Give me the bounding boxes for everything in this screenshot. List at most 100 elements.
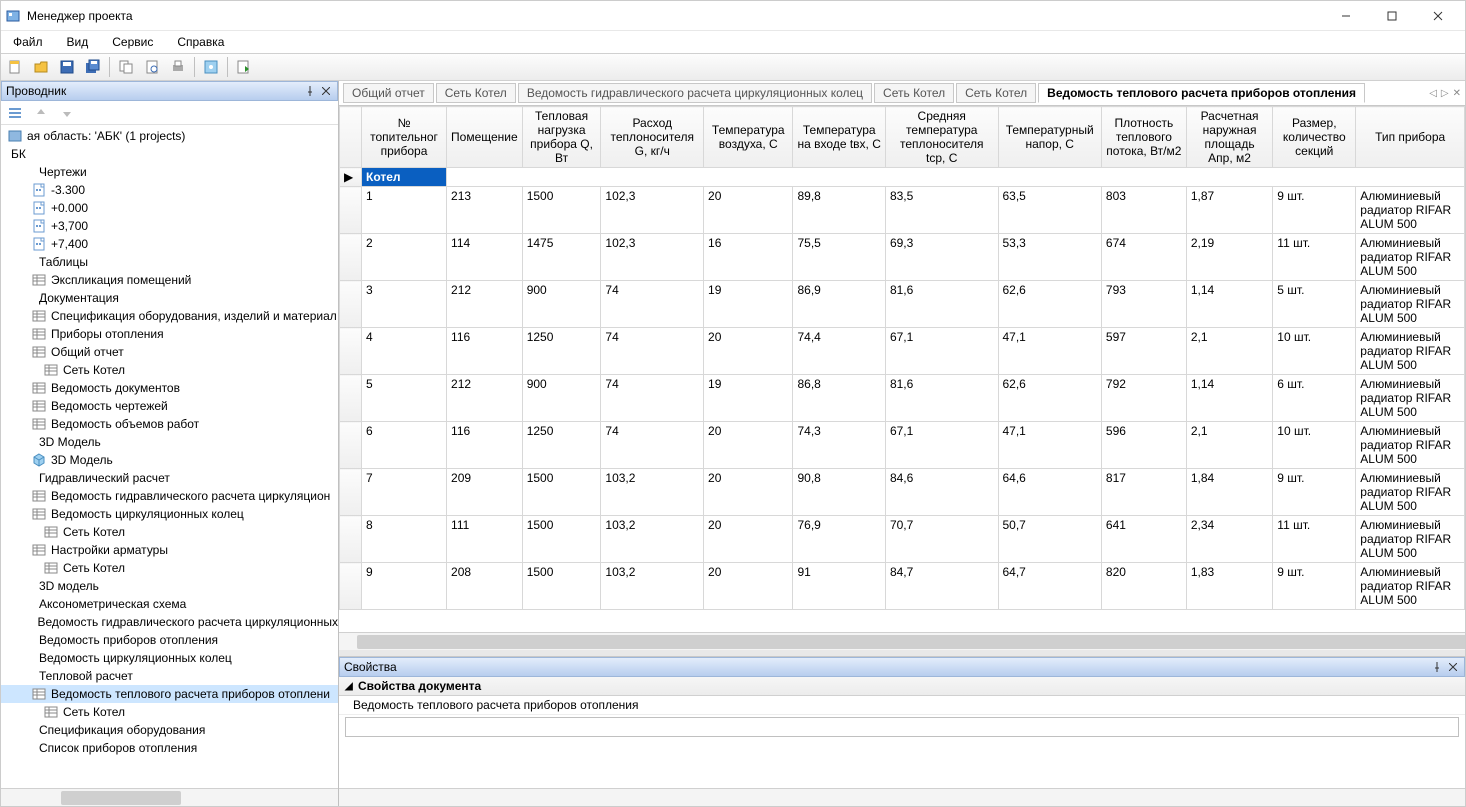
tree-item[interactable]: Ведомость гидравлического расчета циркул… bbox=[1, 613, 338, 631]
cell[interactable]: 7 bbox=[362, 469, 447, 516]
cell[interactable]: 74 bbox=[601, 281, 704, 328]
toolbar-copy-button[interactable] bbox=[114, 56, 138, 78]
cell[interactable]: 10 шт. bbox=[1273, 328, 1356, 375]
tree-root[interactable]: ая область: 'АБК' (1 projects) bbox=[1, 127, 338, 145]
cell[interactable]: 103,2 bbox=[601, 469, 704, 516]
cell[interactable]: 11 шт. bbox=[1273, 234, 1356, 281]
toolbar-export-button[interactable] bbox=[232, 56, 256, 78]
tree-item[interactable]: Сеть Котел bbox=[1, 559, 338, 577]
cell[interactable]: 103,2 bbox=[601, 516, 704, 563]
cell[interactable]: Алюминиевый радиатор RIFAR ALUM 500 bbox=[1356, 375, 1465, 422]
cell[interactable]: 74,3 bbox=[793, 422, 885, 469]
cell[interactable]: 1,84 bbox=[1186, 469, 1272, 516]
cell[interactable]: 9 шт. bbox=[1273, 187, 1356, 234]
maximize-button[interactable] bbox=[1369, 1, 1415, 31]
tree-item[interactable]: Ведомость документов bbox=[1, 379, 338, 397]
tree-item[interactable]: Тепловой расчет bbox=[1, 667, 338, 685]
cell[interactable]: 86,8 bbox=[793, 375, 885, 422]
cell[interactable]: 2,19 bbox=[1186, 234, 1272, 281]
tree-down-button[interactable] bbox=[55, 102, 79, 124]
cell[interactable]: 64,6 bbox=[998, 469, 1101, 516]
cell[interactable]: 9 шт. bbox=[1273, 563, 1356, 610]
cell[interactable]: 63,5 bbox=[998, 187, 1101, 234]
toolbar-print-button[interactable] bbox=[166, 56, 190, 78]
tree-item[interactable]: Ведомость циркуляционных колец bbox=[1, 649, 338, 667]
tree-item[interactable]: 3D модель bbox=[1, 577, 338, 595]
close-panel-icon[interactable] bbox=[1446, 660, 1460, 674]
cell[interactable]: 674 bbox=[1101, 234, 1186, 281]
cell[interactable]: 9 bbox=[362, 563, 447, 610]
toolbar-settings-button[interactable] bbox=[199, 56, 223, 78]
cell[interactable]: 1500 bbox=[522, 563, 601, 610]
cell[interactable]: 20 bbox=[704, 516, 793, 563]
cell[interactable]: 9 шт. bbox=[1273, 469, 1356, 516]
tab[interactable]: Ведомость теплового расчета приборов ото… bbox=[1038, 83, 1365, 103]
cell[interactable]: 2,1 bbox=[1186, 328, 1272, 375]
table-row[interactable]: 92081500103,2209184,764,78201,839 шт.Алю… bbox=[340, 563, 1465, 610]
tree-item[interactable]: Сеть Котел bbox=[1, 703, 338, 721]
tree-item[interactable]: +3,700 bbox=[1, 217, 338, 235]
tree-item[interactable]: Ведомость объемов работ bbox=[1, 415, 338, 433]
cell[interactable]: Алюминиевый радиатор RIFAR ALUM 500 bbox=[1356, 563, 1465, 610]
cell[interactable]: 116 bbox=[447, 328, 523, 375]
tree-item[interactable]: +0.000 bbox=[1, 199, 338, 217]
tab-next-icon[interactable]: ▷ bbox=[1441, 88, 1449, 99]
cell[interactable]: Алюминиевый радиатор RIFAR ALUM 500 bbox=[1356, 187, 1465, 234]
tree-item[interactable]: Ведомость приборов отопления bbox=[1, 631, 338, 649]
cell[interactable]: 4 bbox=[362, 328, 447, 375]
minimize-button[interactable] bbox=[1323, 1, 1369, 31]
column-header[interactable]: Тепловая нагрузка прибора Q, Вт bbox=[522, 107, 601, 168]
cell[interactable]: 20 bbox=[704, 563, 793, 610]
cell[interactable]: 1,14 bbox=[1186, 281, 1272, 328]
cell[interactable]: 91 bbox=[793, 563, 885, 610]
menu-view[interactable]: Вид bbox=[61, 33, 95, 51]
cell[interactable]: 596 bbox=[1101, 422, 1186, 469]
tab[interactable]: Ведомость гидравлического расчета циркул… bbox=[518, 83, 872, 103]
grid-hscroll[interactable] bbox=[339, 632, 1465, 650]
cell[interactable]: 102,3 bbox=[601, 234, 704, 281]
tree-item[interactable]: Гидравлический расчет bbox=[1, 469, 338, 487]
column-header[interactable]: Температурный напор, С bbox=[998, 107, 1101, 168]
column-header[interactable]: № топительног прибора bbox=[362, 107, 447, 168]
cell[interactable]: 50,7 bbox=[998, 516, 1101, 563]
column-header[interactable]: Средняя температура теплоносителя tср, С bbox=[885, 107, 998, 168]
cell[interactable]: 8 bbox=[362, 516, 447, 563]
tree-item[interactable]: Ведомость циркуляционных колец bbox=[1, 505, 338, 523]
cell[interactable]: 597 bbox=[1101, 328, 1186, 375]
cell[interactable]: 114 bbox=[447, 234, 523, 281]
cell[interactable]: 793 bbox=[1101, 281, 1186, 328]
table-row[interactable]: 61161250742074,367,147,15962,110 шт.Алюм… bbox=[340, 422, 1465, 469]
cell[interactable]: 20 bbox=[704, 469, 793, 516]
menu-file[interactable]: Файл bbox=[7, 33, 49, 51]
tree-item[interactable]: Таблицы bbox=[1, 253, 338, 271]
close-panel-icon[interactable] bbox=[319, 84, 333, 98]
table-row[interactable]: 3212900741986,981,662,67931,145 шт.Алюми… bbox=[340, 281, 1465, 328]
grid-container[interactable]: № топительног прибораПомещениеТепловая н… bbox=[339, 105, 1465, 632]
cell[interactable]: 111 bbox=[447, 516, 523, 563]
explorer-tree[interactable]: ая область: 'АБК' (1 projects) БК Чертеж… bbox=[1, 125, 338, 788]
cell[interactable]: 116 bbox=[447, 422, 523, 469]
tree-item[interactable]: Аксонометрическая схема bbox=[1, 595, 338, 613]
cell[interactable]: 20 bbox=[704, 187, 793, 234]
cell[interactable]: 69,3 bbox=[885, 234, 998, 281]
tab-prev-icon[interactable]: ◁ bbox=[1429, 88, 1437, 99]
cell[interactable]: 1,83 bbox=[1186, 563, 1272, 610]
column-header[interactable]: Температура на входе tвх, С bbox=[793, 107, 885, 168]
cell[interactable]: 74 bbox=[601, 375, 704, 422]
cell[interactable]: 89,8 bbox=[793, 187, 885, 234]
cell[interactable]: 5 шт. bbox=[1273, 281, 1356, 328]
tree-item[interactable]: Документация bbox=[1, 289, 338, 307]
cell[interactable]: 90,8 bbox=[793, 469, 885, 516]
tree-item[interactable]: -3.300 bbox=[1, 181, 338, 199]
pin-icon[interactable] bbox=[303, 84, 317, 98]
cell[interactable]: 792 bbox=[1101, 375, 1186, 422]
tab[interactable]: Сеть Котел bbox=[956, 83, 1036, 103]
cell[interactable]: 209 bbox=[447, 469, 523, 516]
cell[interactable]: 20 bbox=[704, 422, 793, 469]
column-header[interactable]: Расход теплоносителя G, кг/ч bbox=[601, 107, 704, 168]
column-header[interactable]: Температура воздуха, С bbox=[704, 107, 793, 168]
cell[interactable]: 74,4 bbox=[793, 328, 885, 375]
cell[interactable]: 20 bbox=[704, 328, 793, 375]
cell[interactable]: 1250 bbox=[522, 328, 601, 375]
cell[interactable]: 900 bbox=[522, 281, 601, 328]
